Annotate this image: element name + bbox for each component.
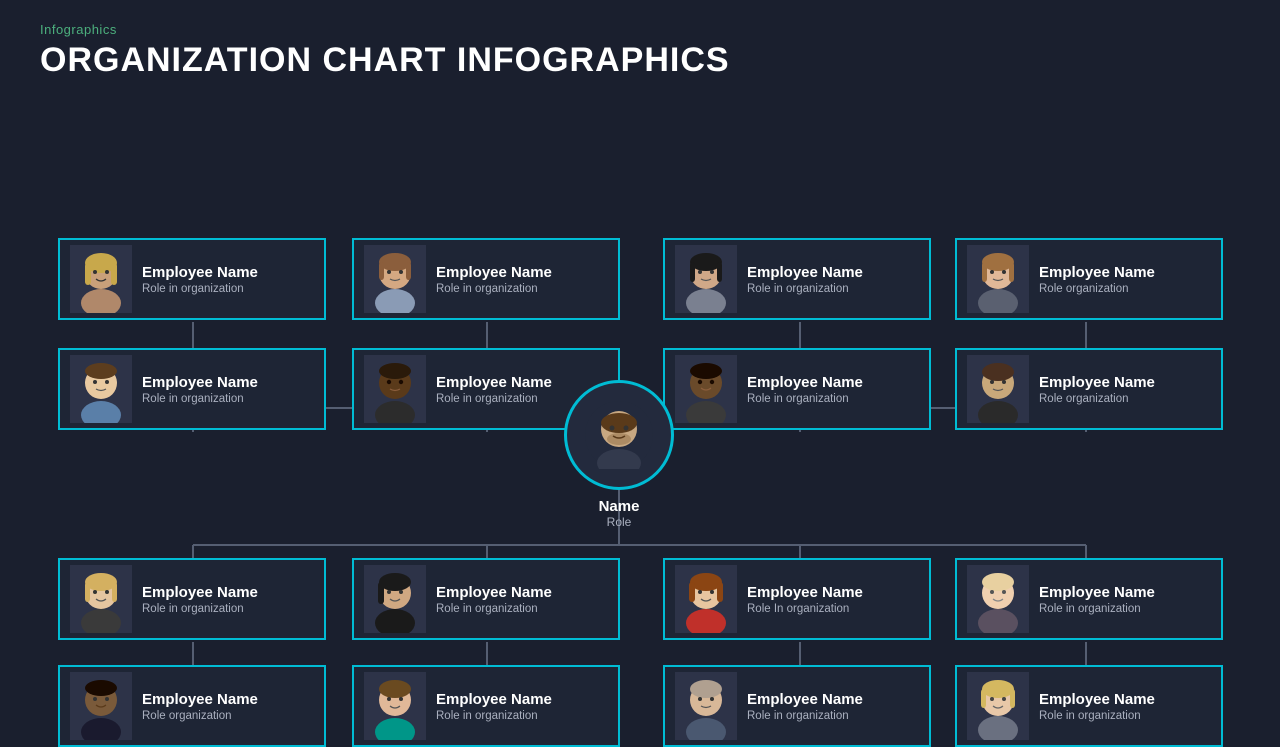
card-bot-c1-upper: Employee Name Role in organization bbox=[352, 558, 620, 640]
avatar-top-c2-upper bbox=[675, 245, 737, 313]
avatar-bot-c1-lower bbox=[364, 672, 426, 740]
emp-name: Employee Name bbox=[142, 373, 258, 393]
emp-name: Employee Name bbox=[747, 583, 863, 603]
emp-name: Employee Name bbox=[1039, 690, 1155, 710]
emp-info: Employee Name Role in organization bbox=[142, 263, 258, 295]
card-bot-left-upper: Employee Name Role in organization bbox=[58, 558, 326, 640]
avatar-bot-left-upper bbox=[70, 565, 132, 633]
emp-name: Employee Name bbox=[436, 690, 552, 710]
emp-name: Employee Name bbox=[142, 690, 258, 710]
emp-info: Employee Name Role organization bbox=[1039, 263, 1155, 295]
emp-info: Employee Name Role in organization bbox=[436, 373, 552, 405]
avatar-top-left-upper bbox=[70, 245, 132, 313]
emp-name: Employee Name bbox=[436, 583, 552, 603]
card-top-c2-upper: Employee Name Role in organization bbox=[663, 238, 931, 320]
emp-info: Employee Name Role organization bbox=[1039, 373, 1155, 405]
infographics-label: Infographics bbox=[40, 22, 1240, 37]
header: Infographics ORGANIZATION CHART INFOGRAP… bbox=[0, 0, 1280, 90]
emp-info: Employee Name Role in organization bbox=[436, 690, 552, 722]
card-top-c1-upper: Employee Name Role in organization bbox=[352, 238, 620, 320]
main-title: ORGANIZATION CHART INFOGRAPHICS bbox=[40, 41, 1240, 80]
emp-info: Employee Name Role in organization bbox=[436, 263, 552, 295]
emp-role: Role in organization bbox=[142, 393, 258, 405]
emp-role: Role in organization bbox=[1039, 603, 1155, 615]
chart-container: Employee Name Role in organization E bbox=[0, 90, 1280, 690]
avatar-bot-c2-lower bbox=[675, 672, 737, 740]
emp-name: Employee Name bbox=[747, 690, 863, 710]
emp-info: Employee Name Role in organization bbox=[1039, 690, 1155, 722]
emp-name: Employee Name bbox=[142, 583, 258, 603]
avatar-top-c1-lower bbox=[364, 355, 426, 423]
emp-name: Employee Name bbox=[436, 373, 552, 393]
avatar-top-c2-lower bbox=[675, 355, 737, 423]
emp-info: Employee Name Role organization bbox=[142, 690, 258, 722]
emp-name: Employee Name bbox=[747, 373, 863, 393]
avatar-top-right-lower bbox=[967, 355, 1029, 423]
card-bot-right-lower: Employee Name Role in organization bbox=[955, 665, 1223, 747]
emp-info: Employee Name Role in organization bbox=[747, 690, 863, 722]
emp-name: Employee Name bbox=[1039, 583, 1155, 603]
emp-name: Employee Name bbox=[1039, 373, 1155, 393]
emp-info: Employee Name Role in organization bbox=[142, 373, 258, 405]
emp-info: Employee Name Role In organization bbox=[747, 583, 863, 615]
avatar-bot-c2-upper bbox=[675, 565, 737, 633]
emp-name: Employee Name bbox=[436, 263, 552, 283]
card-top-c2-lower: Employee Name Role in organization bbox=[663, 348, 931, 430]
emp-role: Role in organization bbox=[436, 283, 552, 295]
emp-role: Role in organization bbox=[142, 603, 258, 615]
emp-role: Role in organization bbox=[142, 283, 258, 295]
center-label: Name Role bbox=[564, 498, 674, 529]
card-bot-left-lower: Employee Name Role organization bbox=[58, 665, 326, 747]
center-role: Role bbox=[564, 515, 674, 529]
card-bot-c2-lower: Employee Name Role in organization bbox=[663, 665, 931, 747]
emp-role: Role in organization bbox=[436, 393, 552, 405]
avatar-bot-right-upper bbox=[967, 565, 1029, 633]
emp-role: Role in organization bbox=[747, 393, 863, 405]
emp-info: Employee Name Role in organization bbox=[747, 373, 863, 405]
avatar-bot-left-lower bbox=[70, 672, 132, 740]
card-top-right-upper: Employee Name Role organization bbox=[955, 238, 1223, 320]
emp-info: Employee Name Role in organization bbox=[1039, 583, 1155, 615]
card-top-right-lower: Employee Name Role organization bbox=[955, 348, 1223, 430]
avatar-bot-right-lower bbox=[967, 672, 1029, 740]
card-bot-c2-upper: Employee Name Role In organization bbox=[663, 558, 931, 640]
emp-info: Employee Name Role in organization bbox=[436, 583, 552, 615]
card-top-left-upper: Employee Name Role in organization bbox=[58, 238, 326, 320]
emp-name: Employee Name bbox=[747, 263, 863, 283]
center-name: Name bbox=[564, 498, 674, 515]
card-top-left-lower: Employee Name Role in organization bbox=[58, 348, 326, 430]
emp-name: Employee Name bbox=[1039, 263, 1155, 283]
card-bot-c1-lower: Employee Name Role in organization bbox=[352, 665, 620, 747]
center-node bbox=[564, 380, 674, 490]
emp-role: Role organization bbox=[1039, 283, 1155, 295]
emp-role: Role In organization bbox=[747, 603, 863, 615]
avatar-bot-c1-upper bbox=[364, 565, 426, 633]
avatar-top-left-lower bbox=[70, 355, 132, 423]
avatar-top-right-upper bbox=[967, 245, 1029, 313]
card-bot-right-upper: Employee Name Role in organization bbox=[955, 558, 1223, 640]
emp-name: Employee Name bbox=[142, 263, 258, 283]
emp-info: Employee Name Role in organization bbox=[747, 263, 863, 295]
emp-info: Employee Name Role in organization bbox=[142, 583, 258, 615]
emp-role: Role in organization bbox=[747, 283, 863, 295]
emp-role: Role in organization bbox=[436, 603, 552, 615]
emp-role: Role organization bbox=[1039, 393, 1155, 405]
avatar-top-c1-upper bbox=[364, 245, 426, 313]
